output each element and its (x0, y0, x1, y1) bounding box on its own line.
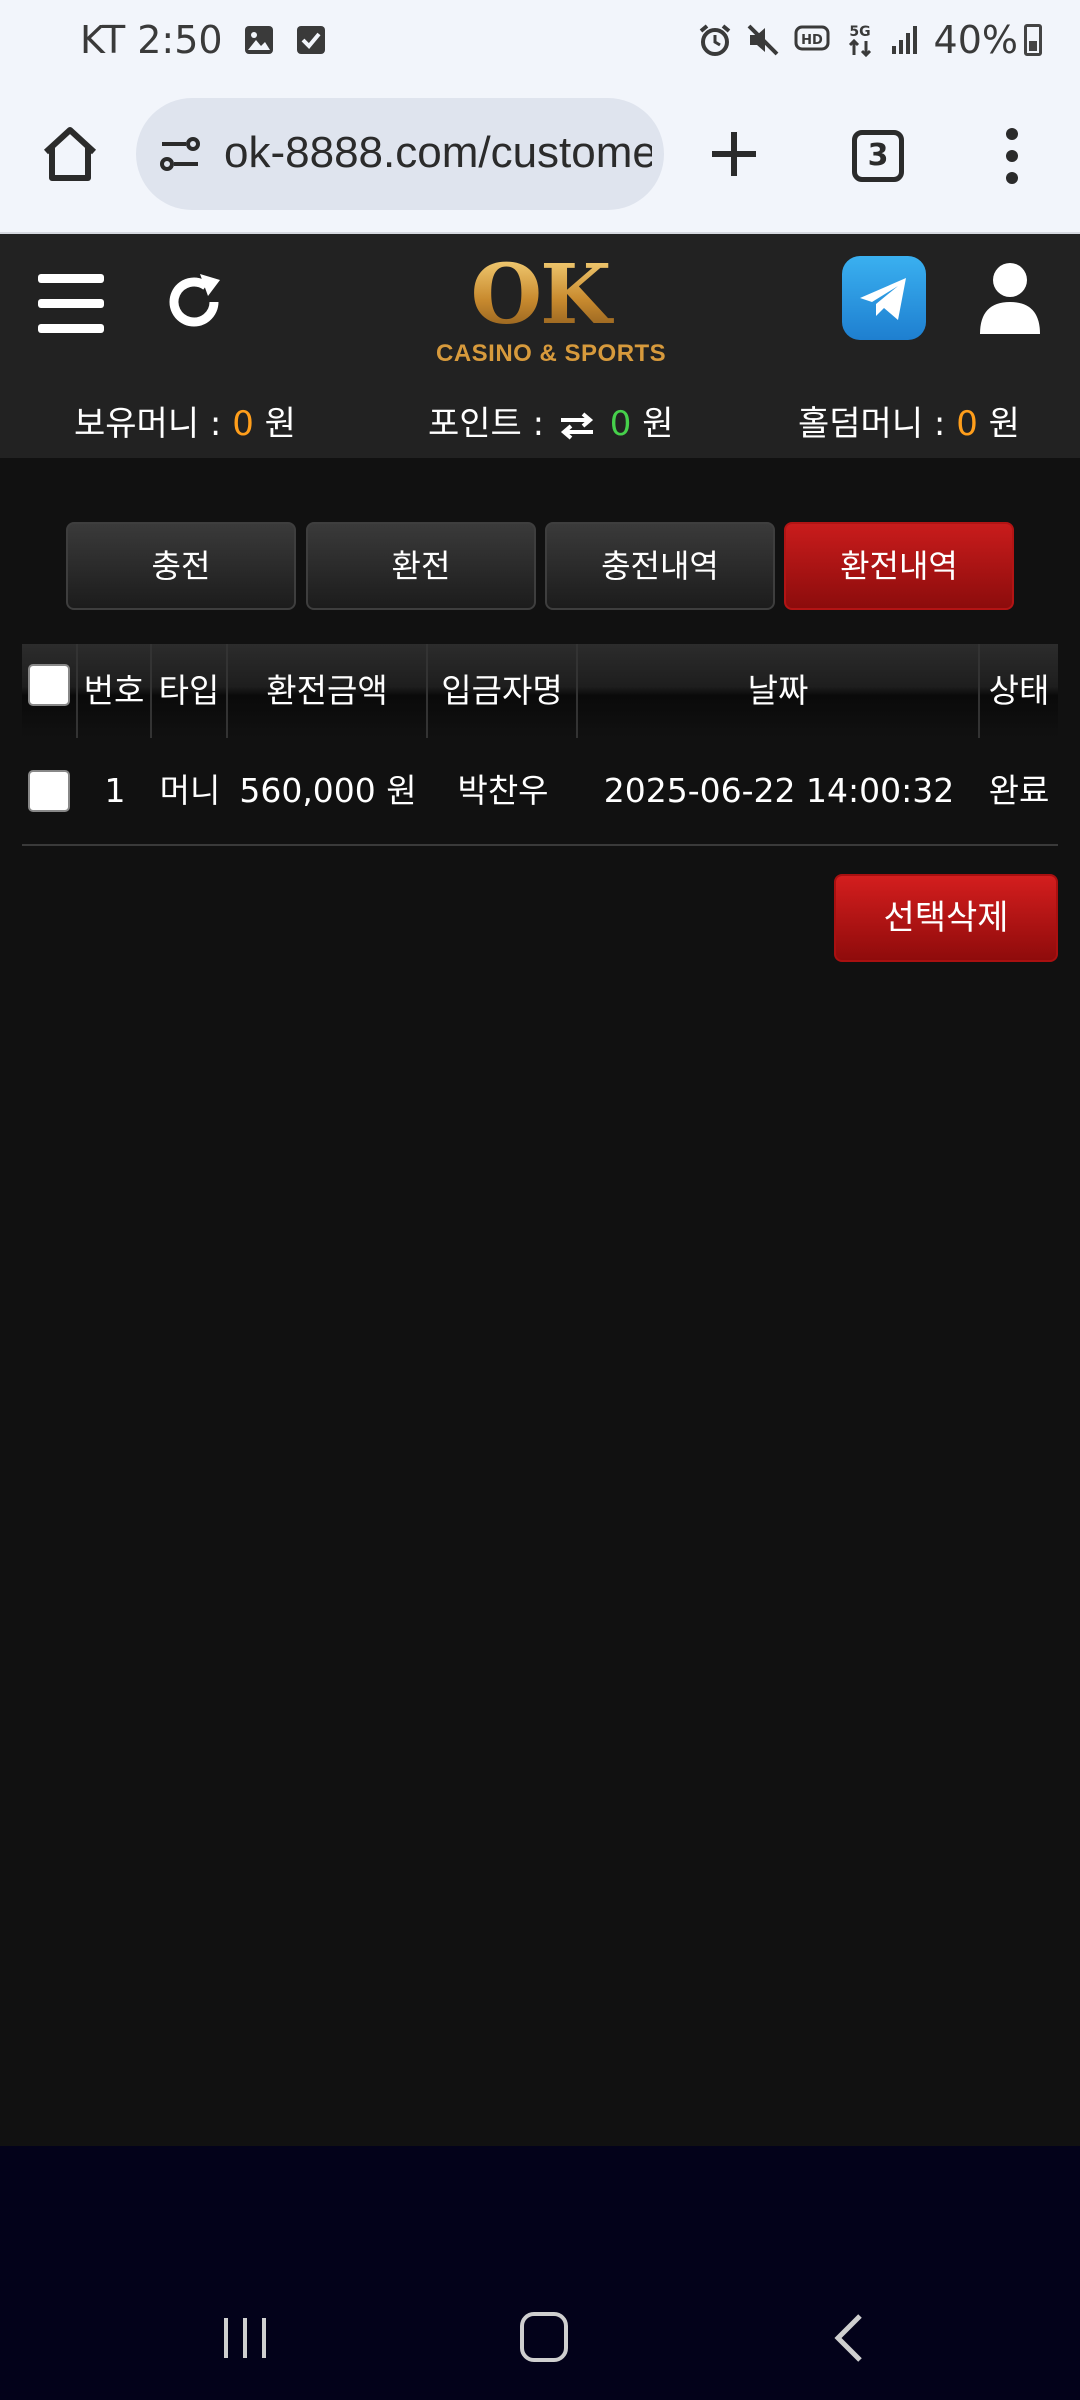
tab-deposit-history[interactable]: 충전내역 (545, 522, 775, 610)
svg-text:5G: 5G (849, 24, 870, 40)
home-icon[interactable] (38, 122, 102, 186)
column-header-amount: 환전금액 (228, 644, 428, 738)
point-balance: 포인트 : 0 원 (428, 396, 673, 445)
money-value: 0 (232, 404, 254, 444)
site-header: OK CASINO & SPORTS 보유머니 : 0 원 포인트 : 0 원 … (0, 234, 1080, 458)
carrier-time: KT 2:50 (80, 18, 223, 62)
browser-toolbar: ok-8888.com/customer 3 (0, 86, 1080, 234)
more-options-icon[interactable] (998, 126, 1026, 186)
home-button-icon[interactable] (520, 2312, 568, 2362)
url-text[interactable]: ok-8888.com/customer (224, 128, 652, 178)
alarm-icon (699, 24, 730, 56)
cell-status: 완료 (988, 771, 1050, 810)
select-all-checkbox[interactable] (28, 664, 70, 706)
point-unit: 원 (642, 404, 674, 444)
logo-main-text: OK (436, 254, 644, 336)
signal-icon (891, 26, 917, 54)
cell-depositor: 박찬우 (457, 771, 549, 810)
holdem-balance: 홀덤머니 : 0 원 (798, 396, 1020, 445)
holdem-unit: 원 (988, 404, 1020, 444)
table-header: 번호 타입 환전금액 입금자명 날짜 상태 (22, 644, 1058, 738)
point-convert-icon[interactable] (559, 411, 595, 440)
telegram-icon (860, 278, 906, 320)
money-label: 보유머니 : (74, 404, 222, 444)
tab-withdraw[interactable]: 환전 (306, 522, 536, 610)
tab-row: 충전 환전 충전내역 환전내역 (66, 522, 1014, 612)
money-balance: 보유머니 : 0 원 (74, 396, 296, 445)
delete-selected-button[interactable]: 선택삭제 (834, 874, 1058, 962)
column-header-depositor: 입금자명 (428, 644, 578, 738)
svg-text:HD: HD (801, 33, 823, 48)
table-row: 1 머니 560,000 원 박찬우 2025-06-22 14:00:32 완… (22, 738, 1058, 846)
point-label: 포인트 : (428, 404, 545, 444)
user-icon[interactable] (978, 260, 1042, 336)
holdem-label: 홀덤머니 : (798, 404, 946, 444)
status-bar: KT 2:50 HD 5G 40% (0, 0, 1080, 86)
5g-icon: 5G (848, 24, 871, 58)
site-logo[interactable]: OK CASINO & SPORTS (436, 254, 666, 367)
hamburger-menu-icon[interactable] (38, 274, 104, 333)
telegram-button[interactable] (842, 256, 926, 340)
refresh-icon[interactable] (164, 270, 228, 334)
row-checkbox[interactable] (28, 770, 70, 812)
status-bar-left: KT 2:50 (80, 18, 327, 62)
column-header-status: 상태 (988, 671, 1050, 710)
status-bar-right: HD 5G 40% (698, 18, 1042, 62)
site-settings-icon[interactable] (158, 134, 202, 174)
column-header-no: 번호 (78, 644, 152, 738)
holdem-value: 0 (956, 404, 978, 444)
column-header-type: 타입 (152, 644, 228, 738)
battery-percent: 40% (933, 18, 1018, 62)
money-unit: 원 (264, 404, 296, 444)
url-bar[interactable]: ok-8888.com/customer (136, 98, 664, 210)
cell-amount: 560,000 원 (239, 771, 417, 810)
tab-switcher-button[interactable]: 3 (852, 130, 904, 182)
withdraw-history-table: 번호 타입 환전금액 입금자명 날짜 상태 1 머니 560,000 원 박찬우… (22, 644, 1058, 846)
new-tab-icon[interactable] (706, 126, 762, 182)
hd-icon: HD (794, 25, 830, 51)
cell-no: 1 (104, 771, 126, 810)
recent-apps-icon[interactable] (220, 2316, 270, 2360)
back-icon[interactable] (830, 2312, 866, 2364)
tab-deposit[interactable]: 충전 (66, 522, 296, 610)
cell-date: 2025-06-22 14:00:32 (603, 771, 955, 810)
logo-sub-text: CASINO & SPORTS (436, 340, 667, 367)
cell-type: 머니 (159, 771, 221, 810)
column-header-date: 날짜 (578, 644, 980, 738)
checkbox-icon (296, 26, 325, 54)
balance-bar: 보유머니 : 0 원 포인트 : 0 원 홀덤머니 : 0 원 (0, 386, 1080, 450)
gallery-icon (244, 26, 273, 54)
battery-icon (1024, 24, 1042, 56)
header-select-cell (22, 644, 78, 738)
tab-withdraw-history[interactable]: 환전내역 (784, 522, 1014, 610)
point-value: 0 (609, 404, 632, 444)
mute-icon (747, 24, 778, 56)
system-nav-bar (0, 2146, 1080, 2400)
